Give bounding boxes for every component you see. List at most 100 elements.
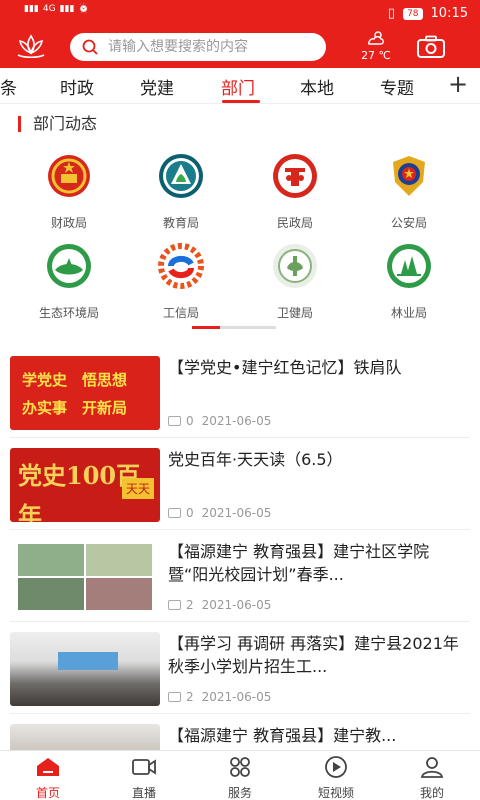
status-right: ▯ 78 10:15: [388, 6, 468, 21]
news-title: 【福源建宁 教育强县】建宁教...: [168, 726, 397, 745]
active-tab-indicator: [222, 100, 260, 103]
dept-item-finance[interactable]: 财政局: [14, 152, 124, 231]
dept-item-civil[interactable]: 民政局: [240, 152, 350, 231]
weather-widget[interactable]: 27 ℃: [356, 30, 396, 62]
publish-date: 2021-06-05: [201, 598, 272, 612]
play-icon: [325, 756, 347, 778]
health-icon: [273, 244, 317, 288]
vibrate-icon: ▯: [387, 6, 396, 21]
news-thumbnail: [10, 632, 160, 706]
tab-headline[interactable]: 条: [0, 74, 17, 99]
thumb-text: 学党史 悟思想: [22, 371, 128, 389]
dept-item-health[interactable]: 卫健局: [240, 242, 350, 321]
dept-item-education[interactable]: 教育局: [126, 152, 236, 231]
publish-date: 2021-06-05: [201, 690, 272, 704]
comment-count: 2: [186, 690, 194, 704]
video-camera-icon: [132, 759, 156, 775]
grid-icon: [230, 757, 250, 777]
news-thumbnail: 学党史 悟思想 办实事 开新局: [10, 356, 160, 430]
thumb-text: 办实事 开新局: [22, 399, 128, 417]
comment-icon: [168, 416, 181, 426]
add-channel-button[interactable]: +: [448, 70, 468, 98]
search-bar[interactable]: [70, 33, 326, 61]
comment-icon: [168, 600, 181, 610]
app-header: ▮▮▮ 4G ▮▮▮ ⏰ ▯ 78 10:15 27 ℃: [0, 0, 480, 68]
dept-label: 公安局: [390, 216, 427, 230]
news-item[interactable]: 学党史 悟思想 办实事 开新局 【学党史•建宁红色记忆】铁肩队 0 2021-0…: [10, 348, 470, 438]
page-dot: [248, 326, 276, 329]
comment-count: 2: [186, 598, 194, 612]
clock: 10:15: [430, 6, 468, 21]
dept-label: 生态环境局: [38, 306, 99, 320]
news-list: 学党史 悟思想 办实事 开新局 【学党史•建宁红色记忆】铁肩队 0 2021-0…: [0, 340, 480, 750]
news-meta: 2 2021-06-05: [168, 598, 271, 612]
comment-icon: [168, 508, 181, 518]
photo-tile: [18, 578, 84, 610]
tab-party[interactable]: 党建: [140, 74, 174, 99]
temperature: 27 ℃: [361, 49, 391, 62]
camera-icon[interactable]: [416, 35, 446, 59]
network-type: 4G: [42, 4, 56, 14]
nav-profile[interactable]: 我的: [384, 755, 480, 800]
bottom-nav: 首页 直播 服务 短视频 我的: [0, 750, 480, 800]
channel-tabs: 条 时政 党建 部门 本地 专题 +: [0, 68, 480, 104]
section-title: 部门动态: [18, 116, 97, 132]
page-dot: [220, 326, 248, 329]
signal-icon-2: ▮▮▮: [59, 4, 75, 14]
nav-label: 服务: [227, 786, 252, 800]
news-meta: 0 2021-06-05: [168, 414, 271, 428]
dept-item-industry[interactable]: 工信局: [126, 242, 236, 321]
comment-icon: [168, 692, 181, 702]
dept-item-police[interactable]: 公安局: [354, 152, 464, 231]
comment-count: 0: [186, 506, 194, 520]
news-title: 【学党史•建宁红色记忆】铁肩队: [168, 358, 402, 377]
news-meta: 2 2021-06-05: [168, 690, 271, 704]
search-icon: [82, 39, 98, 55]
news-item[interactable]: 【福源建宁 教育强县】建宁社区学院暨“阳光校园计划”春季... 2 2021-0…: [10, 532, 470, 622]
dept-label: 工信局: [162, 306, 199, 320]
photo-tile: [86, 578, 152, 610]
nav-home[interactable]: 首页: [0, 755, 96, 800]
search-input[interactable]: [108, 39, 308, 55]
thumb-badge: 天天: [121, 478, 154, 499]
alarm-icon: ⏰: [78, 4, 90, 14]
lotus-logo-icon[interactable]: [14, 33, 48, 61]
news-thumbnail: [10, 540, 160, 614]
cloud-sun-icon: [368, 31, 384, 45]
news-title: 【福源建宁 教育强县】建宁社区学院暨“阳光校园计划”春季...: [168, 542, 430, 584]
news-thumbnail: [10, 724, 160, 750]
dept-label: 卫健局: [276, 306, 313, 320]
news-thumbnail: 党史100百年 天天: [10, 448, 160, 522]
nav-services[interactable]: 服务: [192, 755, 288, 800]
news-item[interactable]: 党史100百年 天天 党史百年·天天读（6.5） 0 2021-06-05: [10, 440, 470, 530]
photo-tile: [86, 544, 152, 576]
news-title: 党史百年·天天读（6.5）: [168, 450, 343, 469]
tab-politics[interactable]: 时政: [60, 74, 94, 99]
news-item[interactable]: 【再学习 再调研 再落实】建宁县2021年秋季小学划片招生工... 2 2021…: [10, 624, 470, 714]
dept-item-ecology[interactable]: 生态环境局: [14, 242, 124, 321]
tab-local[interactable]: 本地: [300, 74, 334, 99]
status-bar: ▮▮▮ 4G ▮▮▮ ⏰ ▯ 78 10:15: [0, 0, 480, 28]
tab-special[interactable]: 专题: [380, 74, 414, 99]
nav-label: 直播: [131, 786, 156, 800]
nav-label: 我的: [419, 786, 444, 800]
nav-short-video[interactable]: 短视频: [288, 755, 384, 800]
page-dot-active: [192, 326, 220, 329]
department-panel: 部门动态 财政局 教育局 民政局 公安局 生态环境局 工信局 卫健局 林业局: [0, 104, 480, 340]
dept-item-forestry[interactable]: 林业局: [354, 242, 464, 321]
nav-label: 短视频: [317, 786, 354, 800]
projector-screen: [58, 652, 118, 670]
page-indicator: [192, 326, 276, 329]
publish-date: 2021-06-05: [201, 506, 272, 520]
nav-label: 首页: [35, 786, 60, 800]
news-item[interactable]: 【福源建宁 教育强县】建宁教...: [10, 716, 470, 750]
dept-label: 林业局: [390, 306, 427, 320]
user-icon: [420, 757, 444, 778]
nav-live[interactable]: 直播: [96, 755, 192, 800]
signal-indicators: ▮▮▮ 4G ▮▮▮ ⏰: [24, 5, 90, 14]
battery-level: 78: [403, 7, 423, 20]
tab-department[interactable]: 部门: [221, 74, 255, 99]
education-icon: [159, 154, 203, 198]
dept-label: 教育局: [162, 216, 199, 230]
police-badge-icon: [393, 156, 425, 196]
